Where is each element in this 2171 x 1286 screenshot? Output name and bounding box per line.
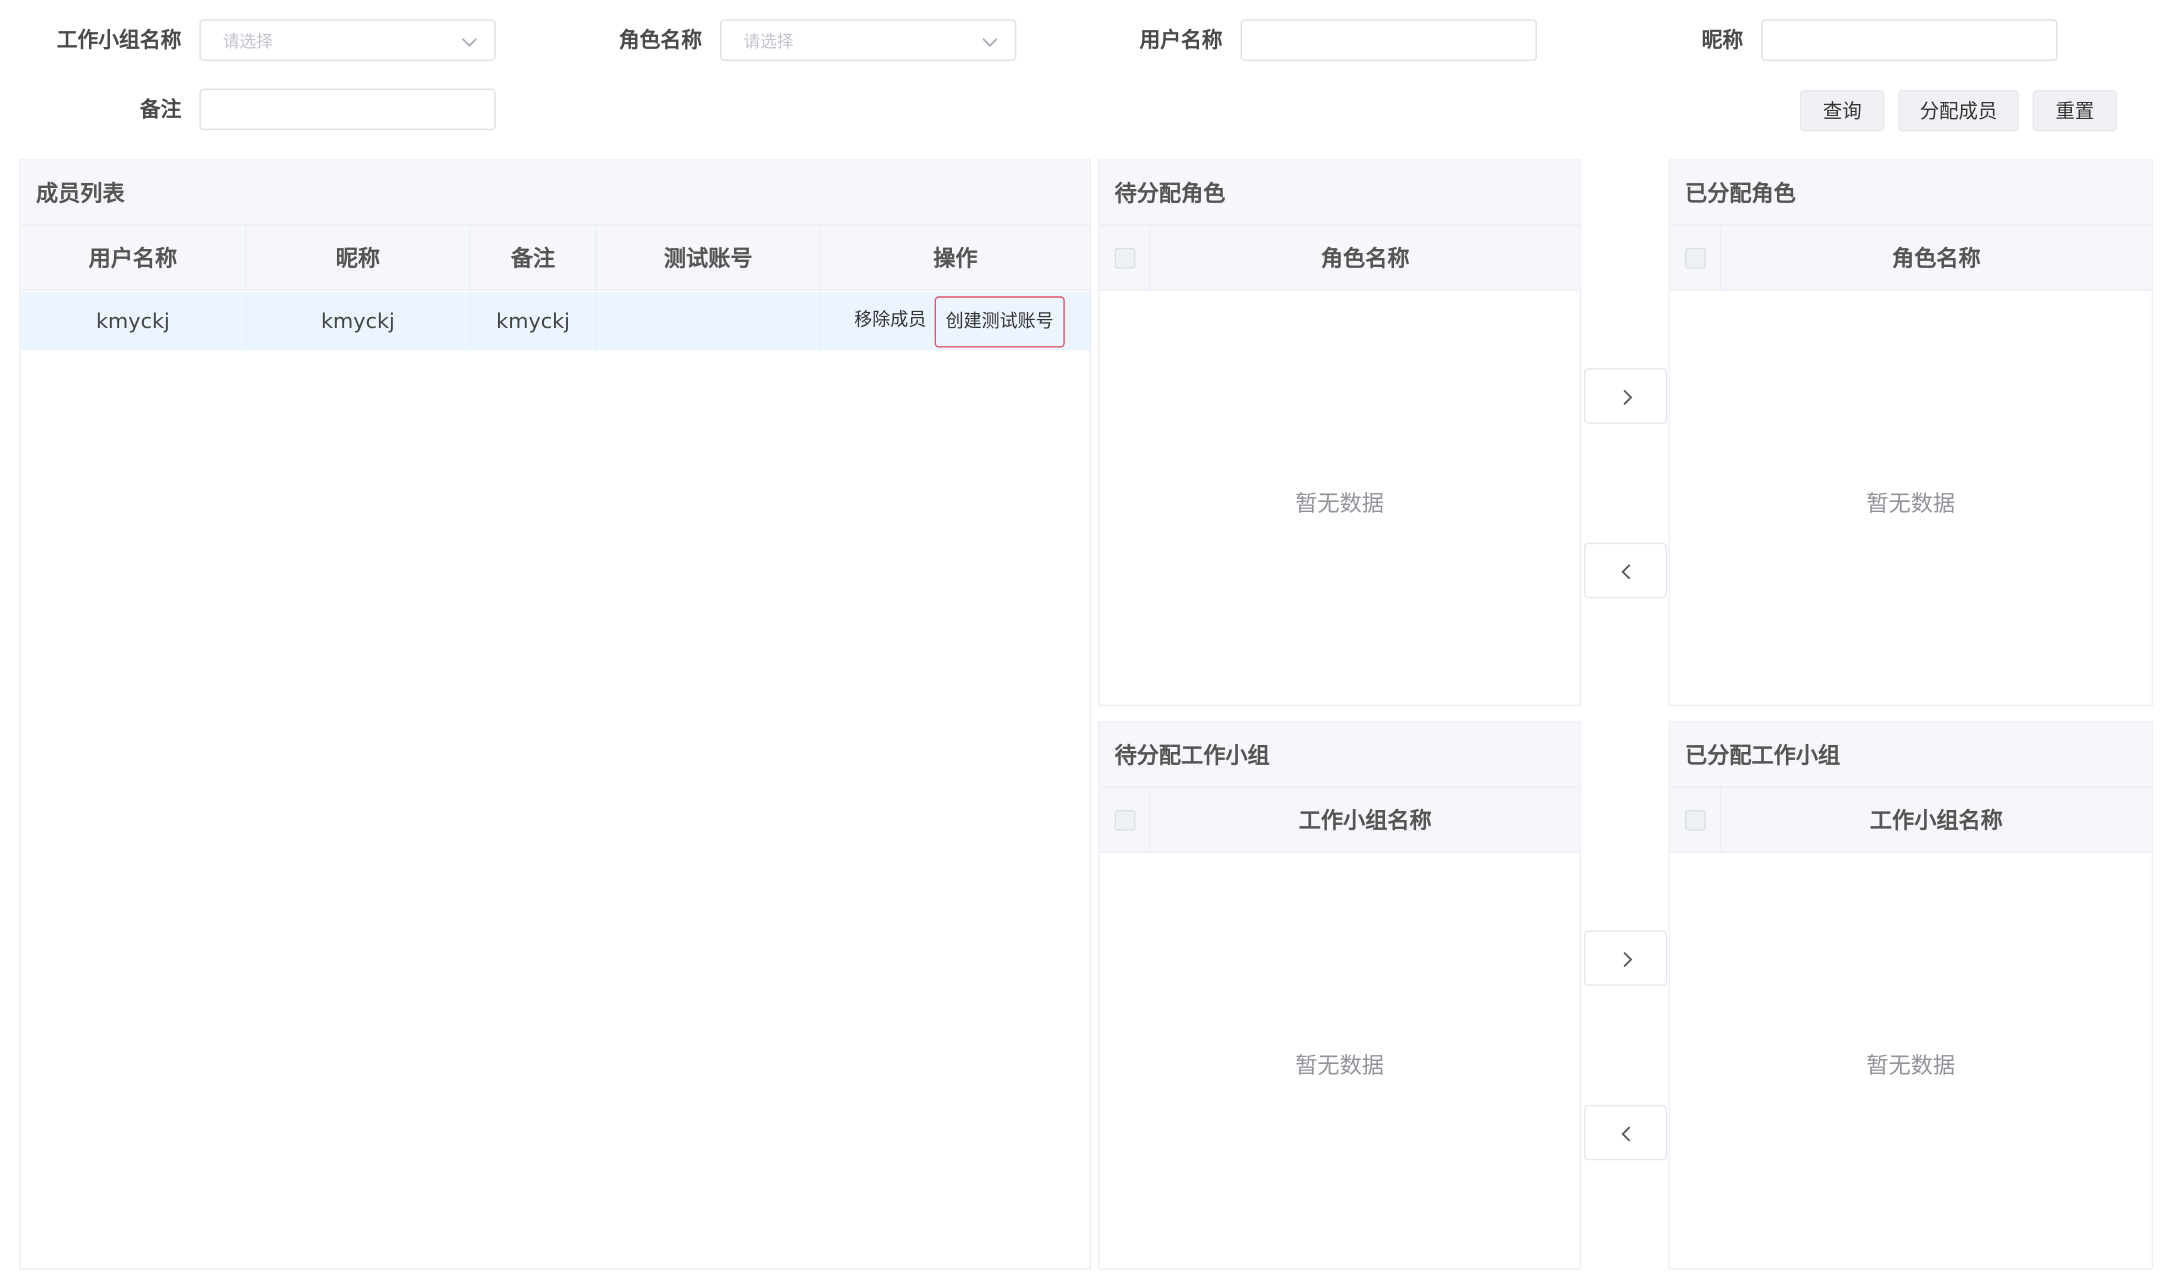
assigned-roles-title: 已分配角色 — [1669, 160, 2152, 226]
select-all-checkbox[interactable] — [1685, 809, 1706, 831]
username-input[interactable] — [1240, 19, 1537, 61]
member-list-panel: 成员列表 用户名称 昵称 备注 测试账号 操作 kmyckj kmyckj km… — [19, 159, 1092, 1270]
create-test-account-button[interactable]: 创建测试账号 — [934, 296, 1065, 348]
move-group-left-button[interactable] — [1583, 1104, 1668, 1161]
pending-groups-header: 工作小组名称 — [1099, 787, 1580, 853]
column-header-test-account: 测试账号 — [597, 225, 822, 291]
chevron-right-icon — [1623, 389, 1633, 405]
cell-username: kmyckj — [21, 292, 247, 351]
pending-roles-title: 待分配角色 — [1099, 160, 1580, 226]
assigned-groups-title: 已分配工作小组 — [1669, 722, 2152, 788]
select-all-checkbox[interactable] — [1114, 809, 1136, 831]
column-header-role-name: 角色名称 — [1320, 245, 1410, 272]
move-role-right-button[interactable] — [1583, 368, 1668, 424]
select-all-checkbox[interactable] — [1114, 247, 1136, 269]
column-header-remark: 备注 — [471, 225, 597, 291]
assign-member-button[interactable]: 分配成员 — [1898, 89, 2019, 132]
pending-roles-panel: 待分配角色 角色名称 暂无数据 — [1097, 159, 1582, 707]
nickname-filter-label: 昵称 — [1701, 27, 1744, 53]
remove-member-button[interactable]: 移除成员 — [854, 292, 926, 350]
move-group-right-button[interactable] — [1583, 930, 1668, 986]
chevron-left-icon — [1621, 564, 1631, 580]
cell-test-account — [597, 292, 822, 351]
assigned-roles-panel: 已分配角色 角色名称 暂无数据 — [1668, 159, 2154, 707]
column-header-actions: 操作 — [933, 245, 978, 272]
assigned-groups-panel: 已分配工作小组 工作小组名称 暂无数据 — [1668, 721, 2154, 1270]
remark-input[interactable] — [199, 88, 496, 131]
nickname-input[interactable] — [1761, 19, 2058, 61]
role-select-placeholder: 请选择 — [743, 31, 794, 52]
column-header-workgroup-name: 工作小组名称 — [1298, 807, 1432, 834]
empty-text: 暂无数据 — [1295, 490, 1384, 517]
column-header-username: 用户名称 — [21, 225, 247, 291]
table-row[interactable]: kmyckj kmyckj kmyckj 移除成员 创建测试账号 — [20, 292, 1090, 351]
column-header-nickname: 昵称 — [246, 225, 471, 291]
workgroup-filter-label: 工作小组名称 — [56, 27, 182, 53]
workgroup-select[interactable]: 请选择 — [199, 19, 496, 61]
role-select[interactable]: 请选择 — [719, 19, 1017, 61]
select-all-checkbox[interactable] — [1685, 247, 1706, 269]
workgroup-select-placeholder: 请选择 — [222, 31, 273, 52]
assigned-groups-header: 工作小组名称 — [1669, 787, 2152, 853]
query-button[interactable]: 查询 — [1799, 89, 1885, 132]
pending-roles-header: 角色名称 — [1099, 225, 1580, 291]
empty-text: 暂无数据 — [1295, 1052, 1384, 1079]
cell-remark: kmyckj — [471, 292, 597, 351]
chevron-right-icon — [1623, 951, 1633, 968]
move-role-left-button[interactable] — [1583, 542, 1668, 599]
column-header-role-name: 角色名称 — [1892, 245, 1981, 272]
pending-groups-title: 待分配工作小组 — [1099, 722, 1580, 788]
member-list-title: 成员列表 — [20, 160, 1090, 226]
chevron-left-icon — [1621, 1126, 1631, 1142]
chevron-down-icon — [461, 38, 477, 47]
assigned-roles-header: 角色名称 — [1669, 225, 2152, 291]
empty-text: 暂无数据 — [1866, 490, 1956, 517]
column-header-workgroup-name: 工作小组名称 — [1869, 807, 2003, 834]
chevron-down-icon — [982, 38, 998, 47]
username-filter-label: 用户名称 — [1139, 27, 1223, 53]
pending-groups-panel: 待分配工作小组 工作小组名称 暂无数据 — [1097, 721, 1582, 1270]
cell-nickname: kmyckj — [246, 292, 471, 351]
reset-button[interactable]: 重置 — [2032, 89, 2118, 132]
member-table-header: 用户名称 昵称 备注 测试账号 操作 — [20, 225, 1090, 291]
role-filter-label: 角色名称 — [618, 27, 702, 53]
remark-filter-label: 备注 — [139, 96, 182, 122]
empty-text: 暂无数据 — [1866, 1052, 1956, 1079]
